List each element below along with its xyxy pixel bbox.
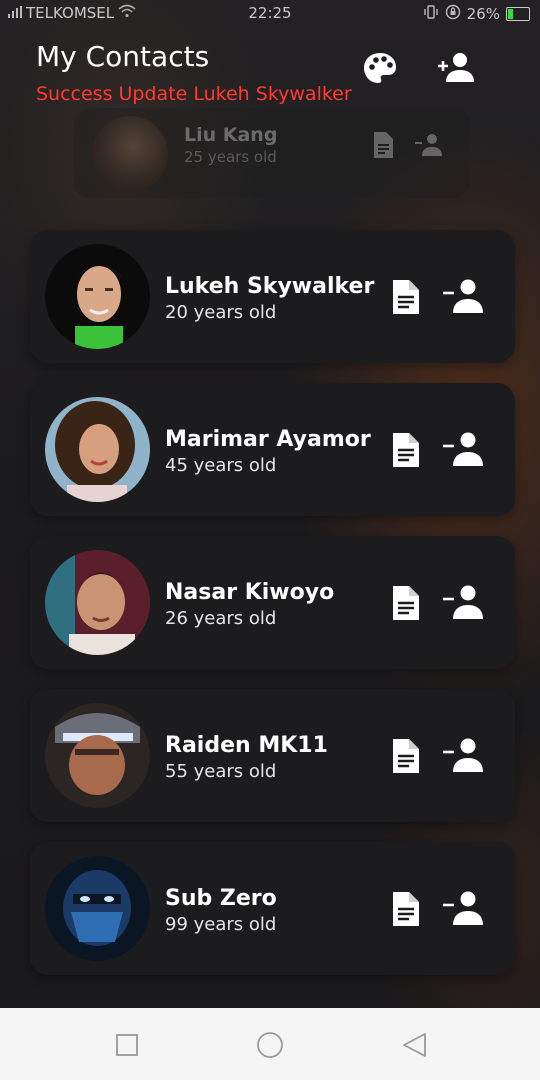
document-icon (393, 892, 419, 926)
document-icon (393, 433, 419, 467)
contact-name: Sub Zero (165, 886, 277, 911)
remove-person-icon (415, 134, 442, 156)
remove-person-icon (443, 279, 483, 313)
view-detail-button[interactable] (388, 737, 424, 775)
avatar (45, 397, 150, 502)
remove-contact-button[interactable] (442, 890, 484, 928)
contact-age: 55 years old (165, 761, 277, 782)
update-status-message: Success Update Lukeh Skywalker (36, 83, 352, 105)
square-icon (116, 1034, 138, 1056)
document-icon (393, 280, 419, 314)
back-button[interactable] (398, 1028, 432, 1062)
remove-contact-button[interactable] (442, 737, 484, 775)
contact-name: Lukeh Skywalker (165, 274, 375, 299)
contact-name: Marimar Ayamor (165, 427, 371, 452)
contact-card[interactable]: Nasar Kiwoyo 26 years old (30, 536, 515, 669)
battery-percent: 26% (466, 5, 500, 23)
recents-button[interactable] (110, 1028, 144, 1062)
contact-name: Nasar Kiwoyo (165, 580, 335, 605)
contact-card[interactable]: Raiden MK11 55 years old (30, 689, 515, 822)
contact-name: Liu Kang (184, 124, 278, 146)
avatar (45, 703, 150, 808)
contact-card[interactable]: Sub Zero 99 years old (30, 842, 515, 975)
view-detail-button[interactable] (388, 431, 424, 469)
navigation-bar (0, 1008, 540, 1080)
back-triangle-icon (403, 1033, 426, 1057)
document-icon (374, 132, 393, 158)
page-title: My Contacts (36, 40, 210, 73)
contact-name: Raiden MK11 (165, 733, 328, 758)
remove-person-icon (443, 891, 483, 925)
home-button[interactable] (253, 1028, 287, 1062)
avatar (45, 244, 150, 349)
view-detail-button[interactable] (388, 584, 424, 622)
add-contact-button[interactable] (436, 48, 476, 88)
palette-icon (364, 53, 396, 83)
contact-age: 99 years old (165, 914, 277, 935)
remove-contact-button[interactable] (442, 431, 484, 469)
contact-age: 20 years old (165, 302, 277, 323)
document-icon (393, 586, 419, 620)
contact-card[interactable]: Marimar Ayamor 45 years old (30, 383, 515, 516)
document-icon (393, 739, 419, 773)
status-right: 26% (423, 4, 530, 24)
contact-age: 26 years old (165, 608, 277, 629)
status-bar: TELKOMSEL 22:25 26% (0, 0, 540, 28)
remove-person-icon (443, 432, 483, 466)
removed-contact-ghost: Liu Kang 25 years old (74, 108, 470, 198)
contact-age: 25 years old (184, 148, 277, 166)
rotation-lock-icon (445, 4, 461, 24)
remove-contact-button[interactable] (442, 278, 484, 316)
battery-icon (506, 7, 530, 21)
avatar (45, 856, 150, 961)
contact-age: 45 years old (165, 455, 277, 476)
theme-palette-button[interactable] (360, 48, 400, 88)
view-detail-button[interactable] (388, 890, 424, 928)
view-detail-button[interactable] (388, 278, 424, 316)
add-person-icon (438, 53, 474, 82)
circle-icon (257, 1032, 283, 1058)
remove-contact-button[interactable] (442, 584, 484, 622)
avatar (45, 550, 150, 655)
vibrate-icon (423, 5, 439, 23)
remove-person-icon (443, 585, 483, 619)
contact-card[interactable]: Lukeh Skywalker 20 years old (30, 230, 515, 363)
remove-person-icon (443, 738, 483, 772)
avatar (92, 116, 168, 192)
